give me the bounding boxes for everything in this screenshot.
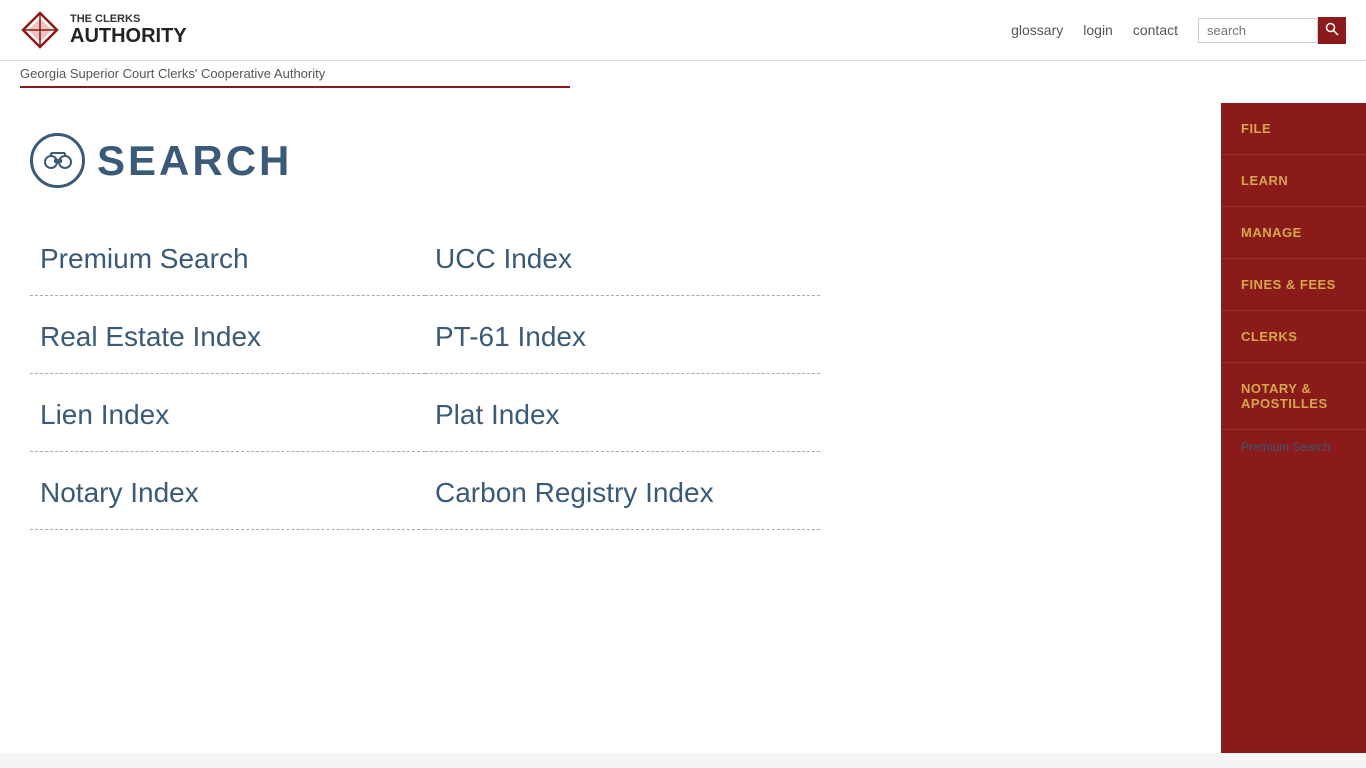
header-search-box — [1198, 17, 1346, 44]
logo-icon — [20, 10, 60, 50]
logo-the: THE CLERKS — [70, 13, 187, 25]
search-item-label-ucc-index: UCC Index — [435, 243, 572, 274]
tagline: Georgia Superior Court Clerks' Cooperati… — [20, 66, 1346, 81]
login-link[interactable]: login — [1083, 22, 1113, 38]
search-item-ucc-index[interactable]: UCC Index — [425, 218, 820, 296]
search-item-real-estate-index[interactable]: Real Estate Index — [30, 296, 425, 374]
subheader: Georgia Superior Court Clerks' Cooperati… — [0, 61, 1366, 103]
search-item-premium-search[interactable]: Premium Search — [30, 218, 425, 296]
logo-text: THE CLERKS AUTHORITY — [70, 13, 187, 47]
search-item-pt61-index[interactable]: PT-61 Index — [425, 296, 820, 374]
header-nav: glossary login contact — [1011, 17, 1346, 44]
search-item-label-plat-index: Plat Index — [435, 399, 560, 430]
search-item-label-lien-index: Lien Index — [40, 399, 169, 430]
search-item-notary-index[interactable]: Notary Index — [30, 452, 425, 530]
page-title: SEARCH — [97, 137, 292, 185]
sidebar-item-clerks[interactable]: CLERKS — [1221, 311, 1366, 363]
search-item-carbon-registry-index[interactable]: Carbon Registry Index — [425, 452, 820, 530]
content-area: SEARCH Premium Search UCC Index Real Estat… — [0, 103, 1221, 753]
sidebar-item-learn[interactable]: LEARN — [1221, 155, 1366, 207]
search-item-label-notary-index: Notary Index — [40, 477, 199, 508]
logo-authority: AUTHORITY — [70, 25, 187, 47]
sidebar-item-file[interactable]: FILE — [1221, 103, 1366, 155]
logo-area: THE CLERKS AUTHORITY — [20, 10, 187, 50]
sidebar: FILELEARNMANAGEFINES & FEESCLERKSNOTARY … — [1221, 103, 1366, 753]
header: THE CLERKS AUTHORITY glossary login cont… — [0, 0, 1366, 61]
subheader-divider — [20, 86, 570, 88]
sidebar-item-notary[interactable]: NOTARY & APOSTILLES — [1221, 363, 1366, 430]
page-title-area: SEARCH — [30, 133, 1191, 188]
search-button[interactable] — [1318, 17, 1346, 44]
search-item-label-real-estate-index: Real Estate Index — [40, 321, 261, 352]
search-item-label-pt61-index: PT-61 Index — [435, 321, 586, 352]
premium-search-sidebar-img: Premium Search — [1221, 430, 1366, 464]
contact-link[interactable]: contact — [1133, 22, 1178, 38]
search-input[interactable] — [1198, 18, 1318, 43]
search-item-lien-index[interactable]: Lien Index — [30, 374, 425, 452]
sidebar-item-manage[interactable]: MANAGE — [1221, 207, 1366, 259]
binoculars-svg — [44, 151, 72, 171]
search-item-plat-index[interactable]: Plat Index — [425, 374, 820, 452]
search-item-label-carbon-registry-index: Carbon Registry Index — [435, 477, 714, 508]
search-icon — [1325, 22, 1339, 36]
search-item-label-premium-search: Premium Search — [40, 243, 249, 274]
binoculars-icon — [30, 133, 85, 188]
sidebar-item-fines-fees[interactable]: FINES & FEES — [1221, 259, 1366, 311]
main-container: SEARCH Premium Search UCC Index Real Estat… — [0, 103, 1366, 753]
glossary-link[interactable]: glossary — [1011, 22, 1063, 38]
search-grid: Premium Search UCC Index Real Estate Index… — [30, 218, 820, 530]
